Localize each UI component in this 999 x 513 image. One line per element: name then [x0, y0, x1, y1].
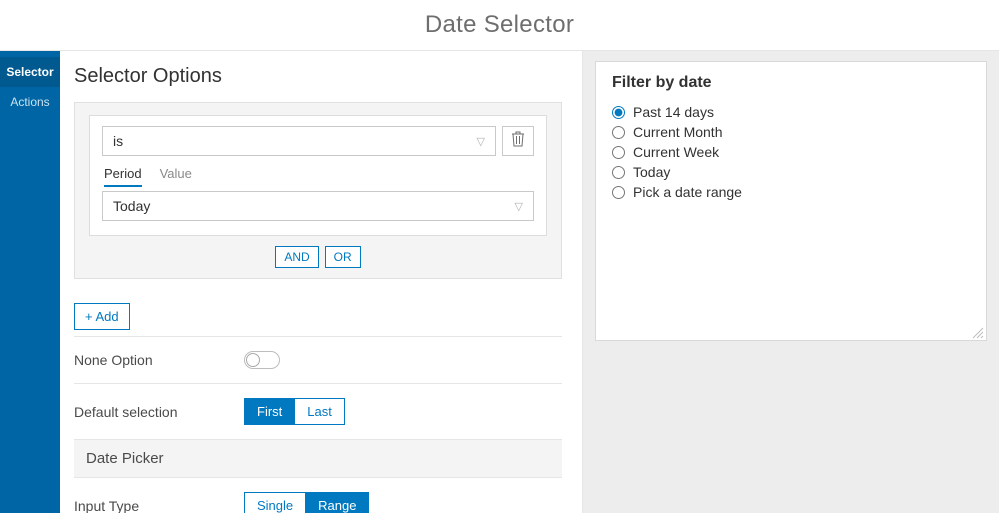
- radio-label: Pick a date range: [633, 184, 742, 200]
- delete-rule-button[interactable]: [502, 126, 534, 156]
- date-picker-heading: Date Picker: [74, 439, 562, 478]
- subtab-value[interactable]: Value: [160, 166, 192, 187]
- radio-option-2[interactable]: Current Week: [612, 142, 970, 162]
- input-range-button[interactable]: Range: [306, 492, 369, 513]
- radio-option-4[interactable]: Pick a date range: [612, 182, 970, 202]
- none-option-label: None Option: [74, 352, 244, 368]
- radio-option-0[interactable]: Past 14 days: [612, 102, 970, 122]
- radio-option-3[interactable]: Today: [612, 162, 970, 182]
- radio-label: Current Week: [633, 144, 719, 160]
- input-type-row: Input Type Single Range: [74, 478, 562, 513]
- input-type-segment: Single Range: [244, 492, 369, 513]
- input-single-button[interactable]: Single: [244, 492, 306, 513]
- radio-input[interactable]: [612, 166, 625, 179]
- radio-input[interactable]: [612, 146, 625, 159]
- none-option-toggle[interactable]: [244, 351, 280, 369]
- resize-handle[interactable]: [972, 326, 984, 338]
- and-button[interactable]: AND: [275, 246, 318, 268]
- operator-select[interactable]: is ▽: [102, 126, 496, 156]
- default-last-button[interactable]: Last: [295, 398, 345, 425]
- period-select[interactable]: Today ▽: [102, 191, 534, 221]
- preview-card: Filter by date Past 14 days Current Mont…: [595, 61, 987, 341]
- body: Selector Actions Selector Options is ▽: [0, 51, 999, 513]
- none-option-row: None Option: [74, 336, 562, 383]
- panel-title: Selector Options: [74, 65, 572, 88]
- period-value: Today: [113, 198, 150, 214]
- default-first-button[interactable]: First: [244, 398, 295, 425]
- resize-icon: [972, 326, 984, 343]
- sidebar-tab-actions[interactable]: Actions: [0, 87, 60, 117]
- page-title: Date Selector: [425, 11, 574, 39]
- sidebar-tab-selector[interactable]: Selector: [0, 57, 60, 87]
- radio-label: Current Month: [633, 124, 722, 140]
- radio-option-1[interactable]: Current Month: [612, 122, 970, 142]
- radio-input[interactable]: [612, 186, 625, 199]
- config-panel: Selector Options is ▽ Period: [60, 51, 583, 513]
- trash-icon: [511, 131, 525, 152]
- rule-inner: is ▽ Period Value Today ▽: [89, 115, 547, 236]
- header: Date Selector: [0, 0, 999, 51]
- radio-input[interactable]: [612, 106, 625, 119]
- subtab-period[interactable]: Period: [104, 166, 142, 187]
- radio-label: Past 14 days: [633, 104, 714, 120]
- chevron-down-icon: ▽: [515, 200, 523, 213]
- default-selection-segment: First Last: [244, 398, 345, 425]
- chevron-down-icon: ▽: [477, 135, 485, 148]
- rule-block: is ▽ Period Value Today ▽: [74, 102, 562, 279]
- default-selection-row: Default selection First Last: [74, 383, 562, 439]
- default-selection-label: Default selection: [74, 404, 244, 420]
- operator-value: is: [113, 133, 123, 149]
- input-type-label: Input Type: [74, 498, 244, 513]
- or-button[interactable]: OR: [325, 246, 361, 268]
- toggle-knob: [246, 353, 260, 367]
- add-button[interactable]: + Add: [74, 303, 130, 330]
- radio-input[interactable]: [612, 126, 625, 139]
- radio-label: Today: [633, 164, 670, 180]
- sidebar: Selector Actions: [0, 51, 60, 513]
- preview-panel: Filter by date Past 14 days Current Mont…: [583, 51, 999, 513]
- preview-title: Filter by date: [612, 74, 970, 92]
- radio-list: Past 14 days Current Month Current Week …: [612, 102, 970, 202]
